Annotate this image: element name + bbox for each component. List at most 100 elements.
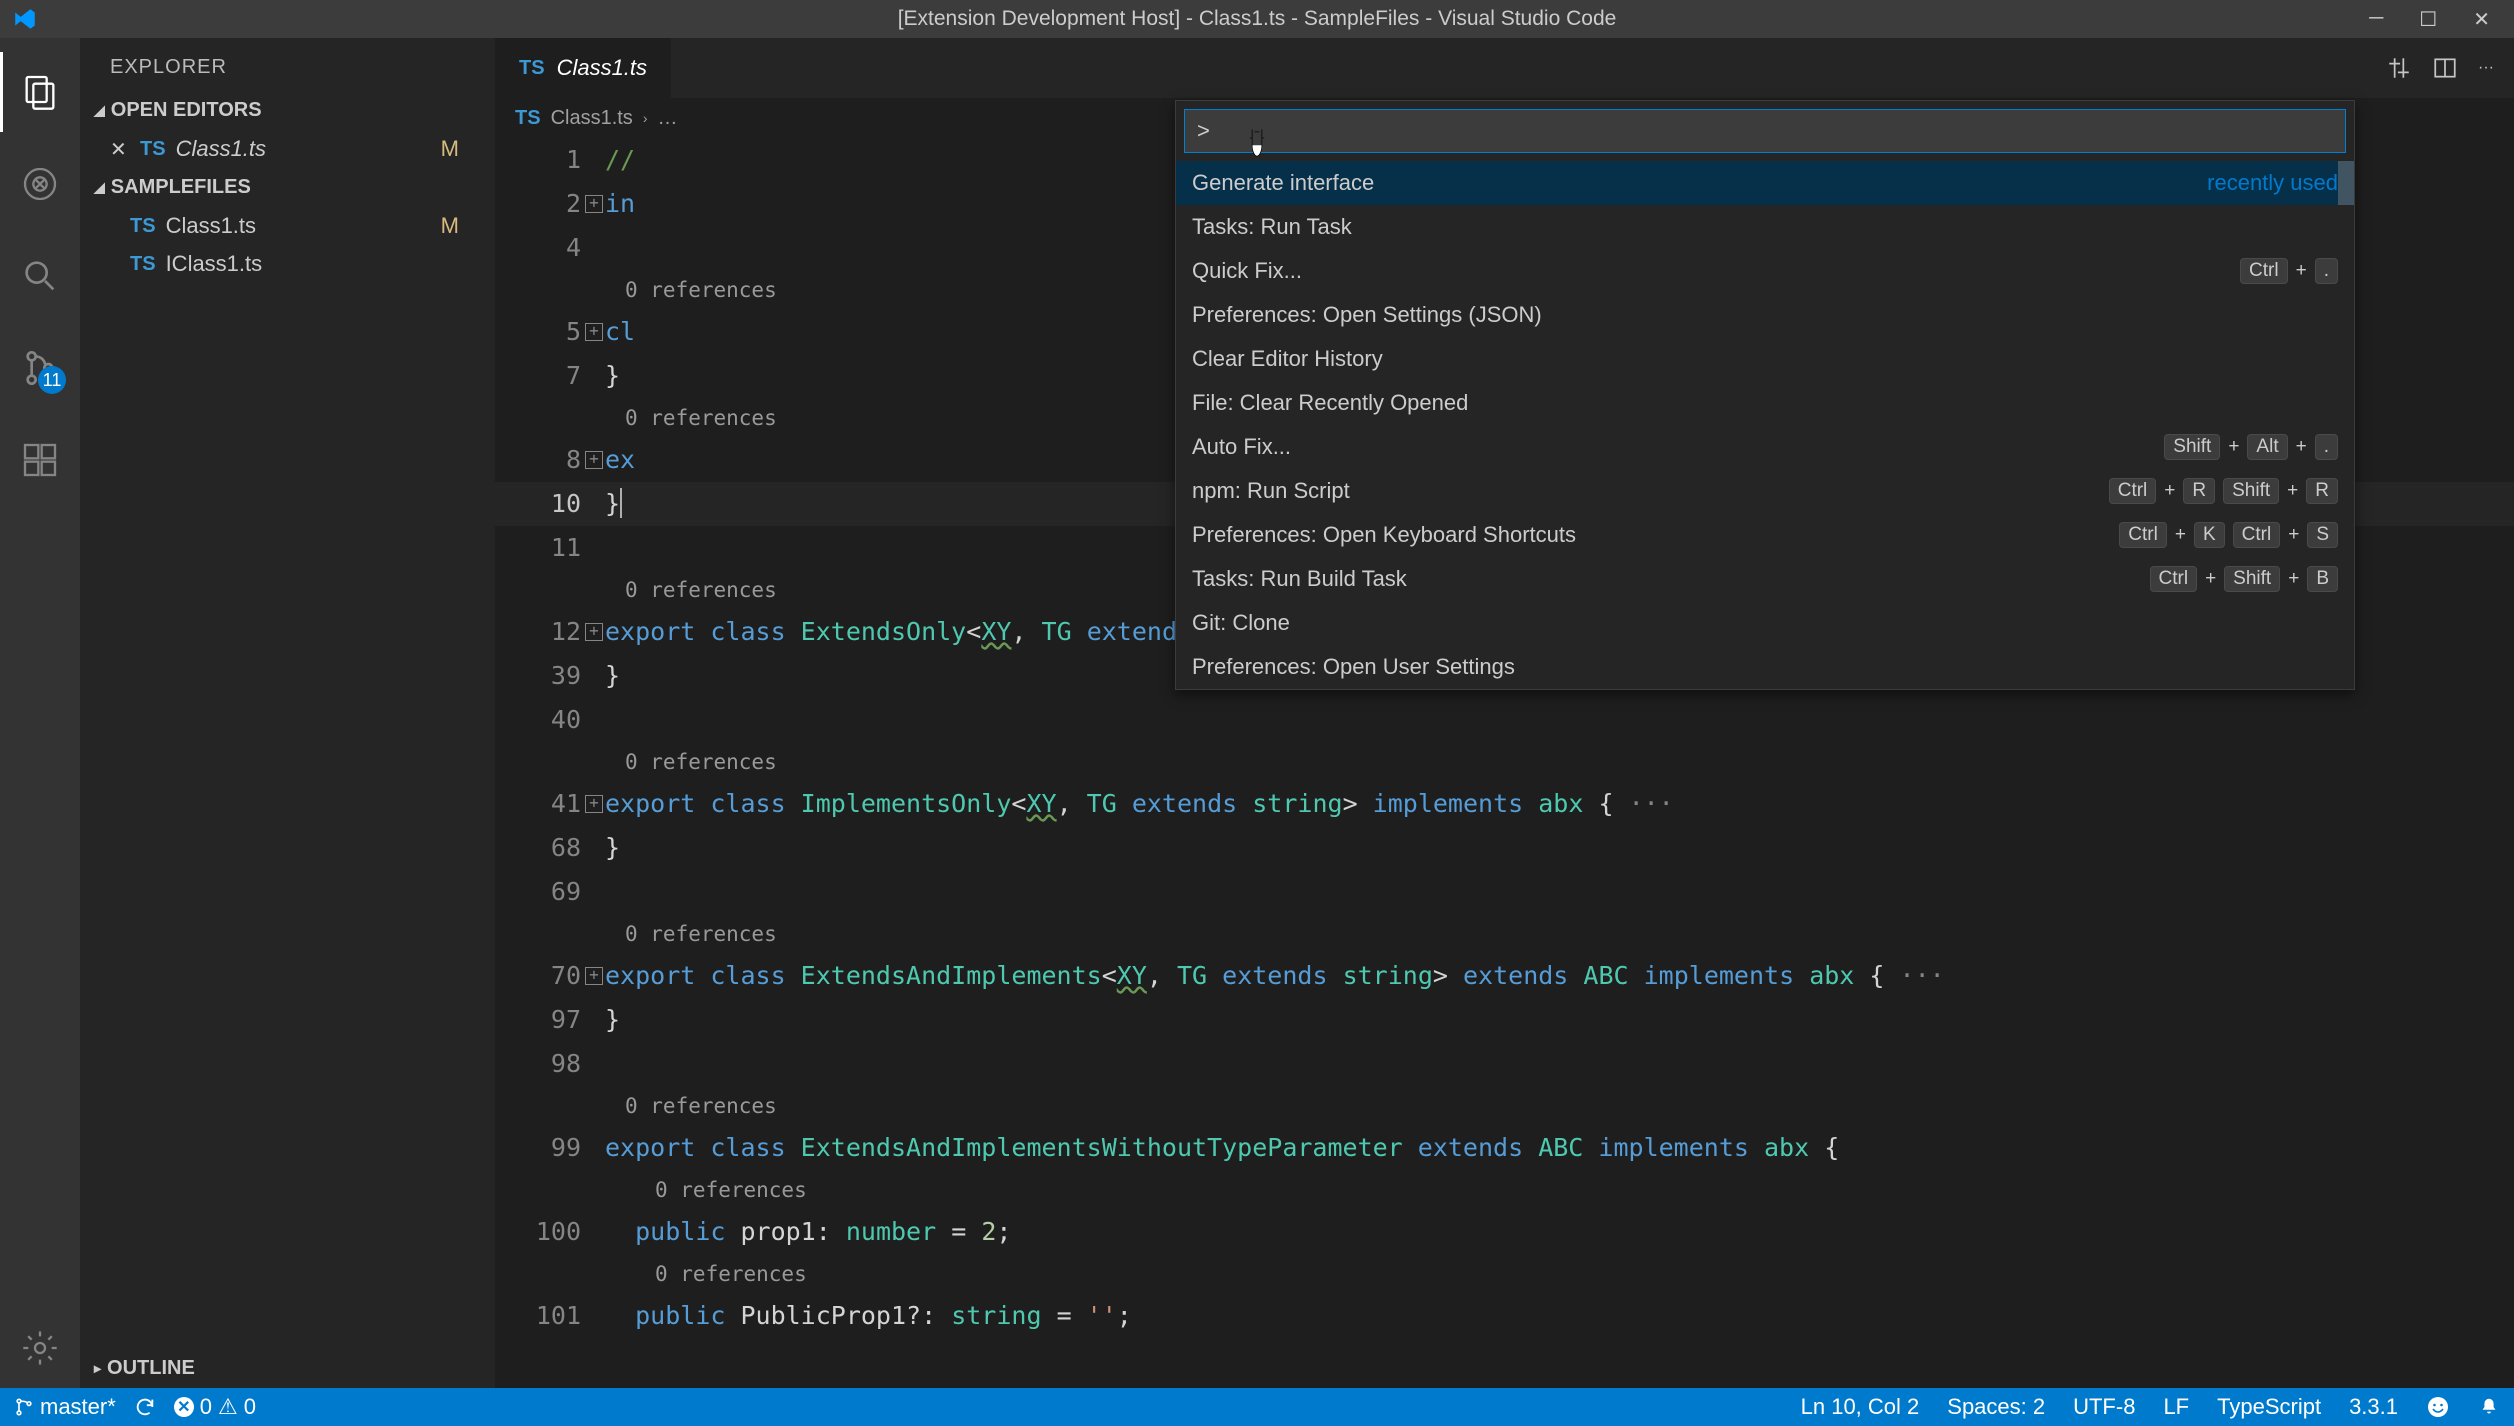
line-number: 101: [495, 1294, 605, 1338]
typescript-icon: TS: [515, 107, 541, 130]
open-editors-header[interactable]: ◢ OPEN EDITORS: [80, 91, 495, 130]
minimize-button[interactable]: ─: [2369, 7, 2383, 32]
fold-icon[interactable]: +: [585, 623, 603, 641]
palette-label: Quick Fix...: [1192, 258, 1302, 284]
command-input[interactable]: [1184, 109, 2346, 153]
editor-line[interactable]: 69: [495, 870, 2514, 914]
title-bar: [Extension Development Host] - Class1.ts…: [0, 0, 2514, 38]
palette-label: Tasks: Run Task: [1192, 214, 1352, 240]
line-number: 8+: [495, 438, 605, 482]
palette-item[interactable]: Preferences: Open Settings (JSON): [1176, 293, 2354, 337]
status-encoding[interactable]: UTF-8: [2073, 1394, 2135, 1420]
code-content: }: [605, 826, 620, 870]
palette-item[interactable]: npm: Run Script Ctrl+R Shift+R: [1176, 469, 2354, 513]
code-content: export class ExtendsAndImplementsWithout…: [605, 1126, 1839, 1170]
file-item[interactable]: TS Class1.ts M: [80, 207, 495, 245]
palette-label: Preferences: Open Keyboard Shortcuts: [1192, 522, 1576, 548]
palette-scrollbar[interactable]: [2338, 161, 2354, 205]
editor-line[interactable]: 70+export class ExtendsAndImplements<XY,…: [495, 954, 2514, 998]
activity-settings[interactable]: [0, 1308, 80, 1388]
close-icon[interactable]: ✕: [110, 137, 130, 162]
open-editor-item[interactable]: ✕ TS Class1.ts M: [80, 130, 495, 168]
file-item[interactable]: TS IClass1.ts: [80, 245, 495, 283]
status-ts-version[interactable]: 3.3.1: [2349, 1394, 2398, 1420]
window-title: [Extension Development Host] - Class1.ts…: [898, 7, 1617, 31]
fold-icon[interactable]: +: [585, 967, 603, 985]
tab-label: Class1.ts: [557, 55, 647, 81]
activity-extensions[interactable]: [0, 420, 80, 500]
status-spaces[interactable]: Spaces: 2: [1947, 1394, 2045, 1420]
palette-item[interactable]: Tasks: Run Build Task Ctrl+Shift+B: [1176, 557, 2354, 601]
line-number: 69: [495, 870, 605, 914]
code-content: //: [605, 138, 635, 182]
codelens[interactable]: 0 references: [495, 914, 2514, 954]
codelens[interactable]: 0 references: [495, 1086, 2514, 1126]
fold-icon[interactable]: +: [585, 323, 603, 341]
fold-icon[interactable]: +: [585, 451, 603, 469]
palette-item[interactable]: Generate interface recently used: [1176, 161, 2354, 205]
editor-line[interactable]: 40: [495, 698, 2514, 742]
keycap: S: [2307, 522, 2338, 548]
editor-line[interactable]: 98: [495, 1042, 2514, 1086]
palette-item[interactable]: Git: Clone: [1176, 601, 2354, 645]
status-bar: master* ✕ 0 ⚠ 0 Ln 10, Col 2 Spaces: 2 U…: [0, 1388, 2514, 1426]
outline-header[interactable]: ▸ OUTLINE: [80, 1349, 495, 1388]
line-number: 12+: [495, 610, 605, 654]
app-logo-icon: [12, 6, 38, 32]
activity-scm[interactable]: 11: [0, 328, 80, 408]
palette-item[interactable]: Tasks: Run Task: [1176, 205, 2354, 249]
keycap: Ctrl: [2233, 522, 2281, 548]
activity-debug[interactable]: [0, 144, 80, 224]
palette-label: Auto Fix...: [1192, 434, 1291, 460]
line-number: 2+: [495, 182, 605, 226]
line-number: 70+: [495, 954, 605, 998]
tab-class1[interactable]: TS Class1.ts: [495, 38, 672, 98]
status-feedback[interactable]: [2426, 1395, 2450, 1419]
palette-item[interactable]: Preferences: Open User Settings: [1176, 645, 2354, 689]
close-button[interactable]: ✕: [2473, 7, 2490, 32]
palette-item[interactable]: Quick Fix... Ctrl+.: [1176, 249, 2354, 293]
palette-item[interactable]: File: Clear Recently Opened: [1176, 381, 2354, 425]
maximize-button[interactable]: ☐: [2419, 7, 2437, 32]
editor-line[interactable]: 41+export class ImplementsOnly<XY, TG ex…: [495, 782, 2514, 826]
keycap: Shift: [2164, 434, 2220, 460]
status-language[interactable]: TypeScript: [2217, 1394, 2321, 1420]
keycap: Ctrl: [2109, 478, 2157, 504]
keycap: Ctrl: [2150, 566, 2198, 592]
editor-line[interactable]: 97}: [495, 998, 2514, 1042]
status-problems[interactable]: ✕ 0 ⚠ 0: [174, 1394, 256, 1420]
fold-icon[interactable]: +: [585, 795, 603, 813]
codelens[interactable]: 0 references: [495, 742, 2514, 782]
keycap: Ctrl: [2119, 522, 2167, 548]
editor-line[interactable]: 100 public prop1: number = 2;: [495, 1210, 2514, 1254]
folder-header[interactable]: ◢ SAMPLEFILES: [80, 168, 495, 207]
editor-line[interactable]: 68}: [495, 826, 2514, 870]
status-ln-col[interactable]: Ln 10, Col 2: [1801, 1394, 1920, 1420]
editor-line[interactable]: 99export class ExtendsAndImplementsWitho…: [495, 1126, 2514, 1170]
status-branch[interactable]: master*: [14, 1394, 116, 1420]
scm-status: M: [441, 213, 459, 239]
keycap: .: [2315, 434, 2338, 460]
code-content: }: [605, 998, 620, 1042]
keycap: Ctrl: [2240, 258, 2288, 284]
activity-search[interactable]: [0, 236, 80, 316]
codelens[interactable]: 0 references: [495, 1170, 2514, 1210]
status-bell[interactable]: [2478, 1396, 2500, 1418]
activity-explorer[interactable]: [0, 52, 80, 132]
status-sync[interactable]: [134, 1396, 156, 1418]
more-icon[interactable]: ···: [2478, 59, 2494, 77]
keycap: K: [2194, 522, 2225, 548]
keycap: .: [2315, 258, 2338, 284]
line-number: 1: [495, 138, 605, 182]
line-number: 11: [495, 526, 605, 570]
fold-icon[interactable]: +: [585, 195, 603, 213]
palette-item[interactable]: Clear Editor History: [1176, 337, 2354, 381]
palette-item[interactable]: Preferences: Open Keyboard Shortcuts Ctr…: [1176, 513, 2354, 557]
codelens[interactable]: 0 references: [495, 1254, 2514, 1294]
chevron-down-icon: ◢: [94, 179, 105, 196]
status-eol[interactable]: LF: [2163, 1394, 2189, 1420]
palette-item[interactable]: Auto Fix... Shift+Alt+.: [1176, 425, 2354, 469]
split-editor-icon[interactable]: [2432, 55, 2458, 81]
compare-icon[interactable]: [2386, 55, 2412, 81]
editor-line[interactable]: 101 public PublicProp1?: string = '';: [495, 1294, 2514, 1338]
